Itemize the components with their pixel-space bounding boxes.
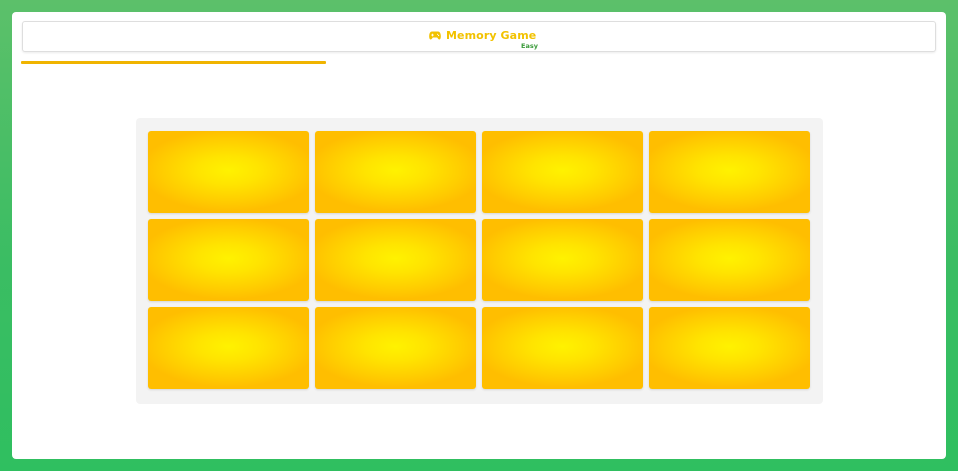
memory-card[interactable] — [482, 219, 643, 301]
memory-card[interactable] — [148, 307, 309, 389]
memory-card[interactable] — [482, 131, 643, 213]
progress-fill — [21, 61, 327, 64]
progress-bar — [21, 61, 937, 64]
card-board — [136, 118, 823, 404]
title-group: Memory Game — [429, 29, 536, 42]
gamepad-icon — [429, 31, 441, 40]
memory-card[interactable] — [315, 131, 476, 213]
difficulty-label: Easy — [521, 42, 538, 50]
memory-card[interactable] — [649, 219, 810, 301]
memory-card[interactable] — [315, 307, 476, 389]
game-panel: Memory Game Easy — [12, 12, 946, 459]
memory-card[interactable] — [315, 219, 476, 301]
memory-card[interactable] — [649, 131, 810, 213]
header-bar: Memory Game Easy — [22, 21, 936, 52]
memory-card[interactable] — [148, 219, 309, 301]
memory-card[interactable] — [148, 131, 309, 213]
memory-card[interactable] — [482, 307, 643, 389]
memory-card[interactable] — [649, 307, 810, 389]
page-title: Memory Game — [446, 29, 537, 42]
